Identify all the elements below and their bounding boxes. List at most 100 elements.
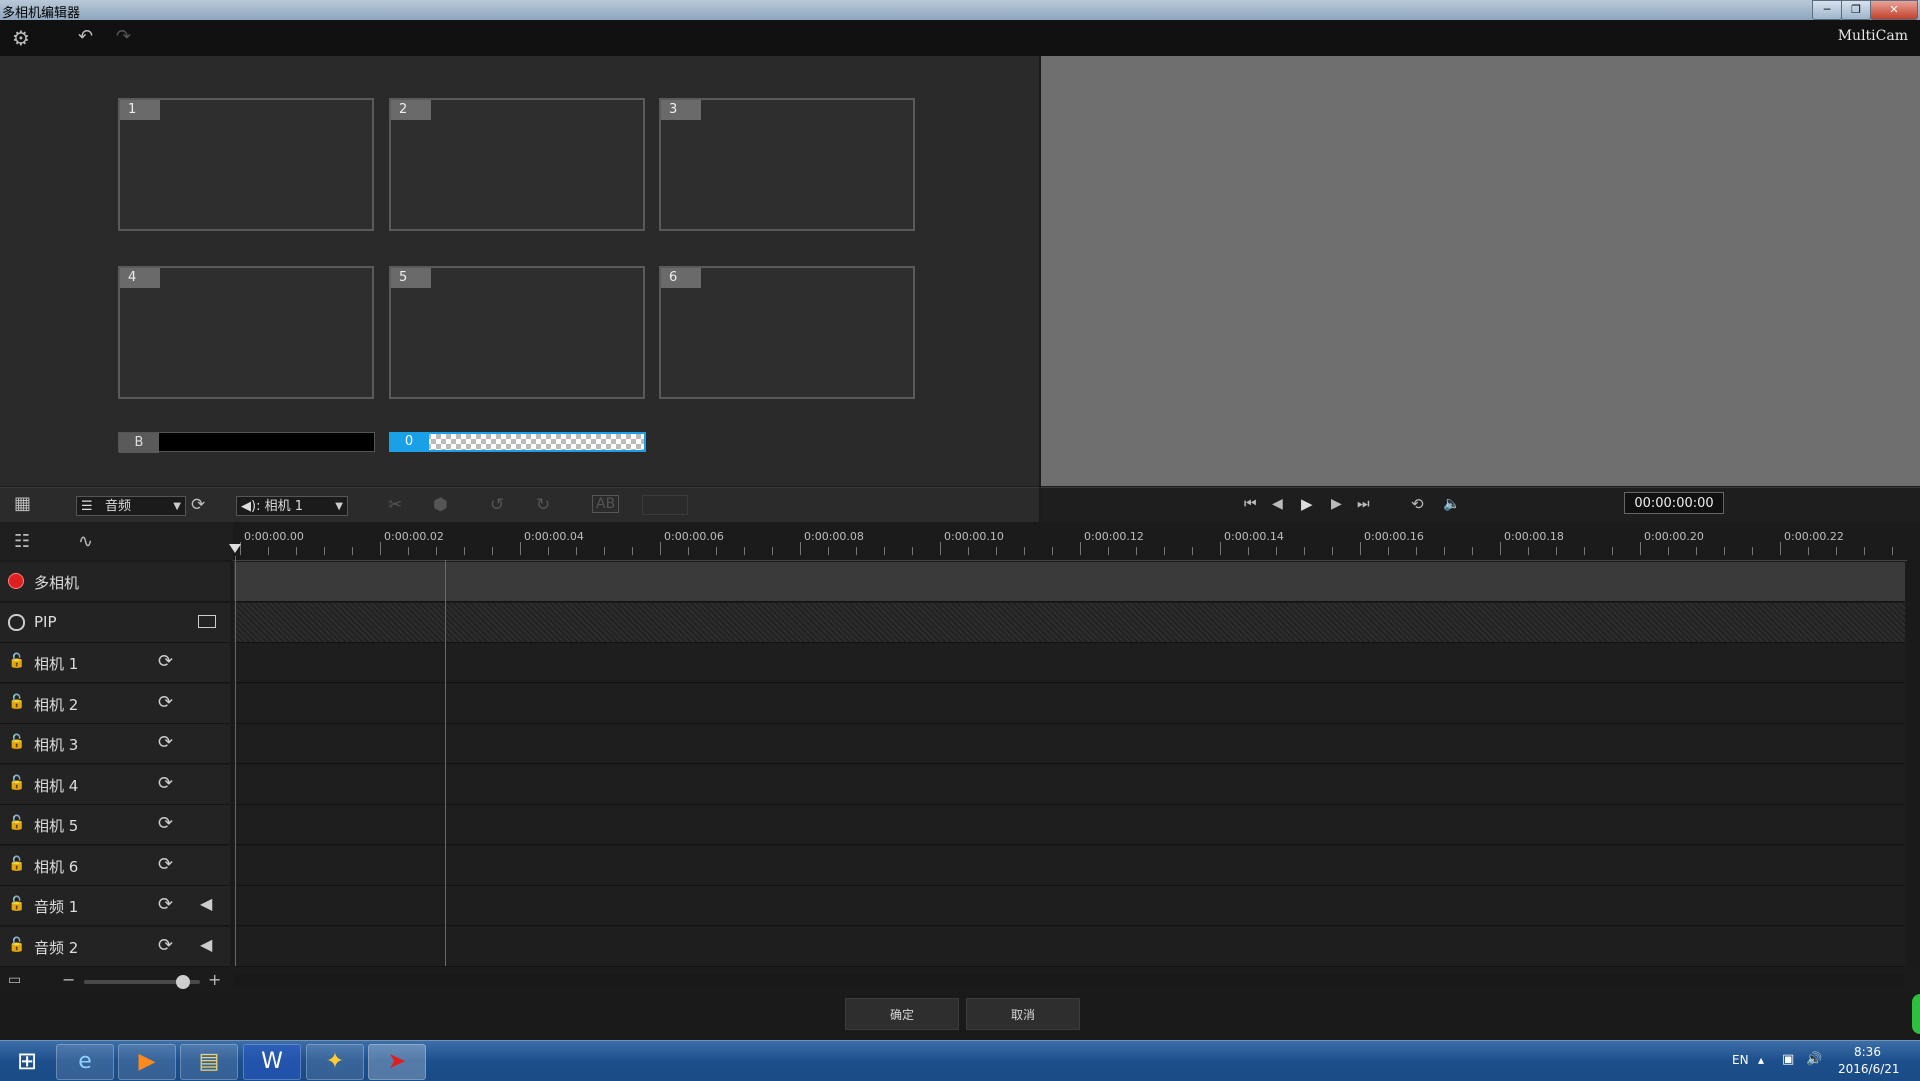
camera-slot-3[interactable]: 3 bbox=[659, 98, 915, 231]
rotate-right-icon[interactable]: ↻ bbox=[536, 495, 550, 515]
grid-layout-icon[interactable]: ▦ bbox=[14, 494, 31, 514]
play-icon[interactable]: ▶ bbox=[1301, 494, 1313, 514]
camera-slot-5[interactable]: 5 bbox=[389, 266, 645, 399]
gear-icon[interactable]: ⚙ bbox=[12, 26, 30, 50]
speaker-icon[interactable]: ◀ bbox=[200, 935, 212, 954]
speaker-icon[interactable]: ◀ bbox=[200, 894, 212, 913]
lock-icon[interactable]: 🔓 bbox=[8, 815, 25, 831]
zoom-in-button[interactable]: + bbox=[208, 970, 221, 990]
track-lane[interactable] bbox=[234, 562, 1905, 602]
track-header[interactable]: 🔓 相机 1 ⟳ bbox=[0, 643, 230, 683]
loop-icon[interactable]: ⟲ bbox=[1411, 494, 1424, 514]
go-to-end-icon[interactable]: ⏭ bbox=[1357, 494, 1370, 514]
track-header[interactable]: 🔓 相机 6 ⟳ bbox=[0, 846, 230, 886]
lock-icon[interactable]: 🔓 bbox=[8, 775, 25, 791]
zoom-out-button[interactable]: − bbox=[62, 970, 75, 990]
step-back-icon[interactable]: ◀ bbox=[1272, 494, 1283, 514]
volume-tray-icon[interactable]: 🔊 bbox=[1806, 1052, 1822, 1067]
track-header[interactable]: 🔓 音频 1 ⟳ ◀ bbox=[0, 886, 230, 926]
volume-icon[interactable]: 🔈 bbox=[1443, 494, 1460, 514]
track-header[interactable]: 🔓 相机 4 ⟳ bbox=[0, 765, 230, 805]
playhead-marker[interactable] bbox=[229, 544, 241, 553]
network-icon[interactable]: ▣ bbox=[1782, 1052, 1794, 1067]
marker-icon[interactable]: ⬢ bbox=[433, 495, 448, 515]
ie-browser-icon[interactable]: e bbox=[56, 1044, 114, 1080]
audio-waveform-icon[interactable]: ∿ bbox=[78, 532, 93, 552]
sync-icon[interactable]: ⟳ bbox=[158, 813, 173, 834]
undo-icon[interactable]: ↶ bbox=[78, 26, 93, 47]
track-lane[interactable] bbox=[234, 724, 1905, 764]
ok-button[interactable]: 确定 bbox=[845, 998, 959, 1030]
overlay-bar[interactable]: 0 bbox=[389, 432, 646, 452]
track-header[interactable]: 多相机 bbox=[0, 562, 230, 602]
track-lane[interactable] bbox=[234, 765, 1905, 805]
pip-radio-icon[interactable] bbox=[8, 614, 25, 631]
track-header[interactable]: 🔓 相机 5 ⟳ bbox=[0, 805, 230, 845]
video-editor-app-icon[interactable]: ➤ bbox=[368, 1044, 426, 1080]
sync-icon[interactable]: ⟳ bbox=[158, 935, 173, 956]
track-header[interactable]: 🔓 相机 3 ⟳ bbox=[0, 724, 230, 764]
step-forward-icon[interactable]: ▶ bbox=[1331, 494, 1342, 514]
timeline-horizontal-scrollbar[interactable] bbox=[234, 974, 1904, 988]
sync-icon[interactable]: ⟳ bbox=[158, 773, 173, 794]
camera-slot-4[interactable]: 4 bbox=[118, 266, 374, 399]
track-lane[interactable] bbox=[234, 643, 1905, 683]
word-app-icon[interactable]: W bbox=[243, 1044, 301, 1080]
zoom-slider-handle[interactable] bbox=[175, 975, 190, 989]
cancel-button[interactable]: 取消 bbox=[966, 998, 1080, 1030]
track-lane[interactable] bbox=[234, 886, 1905, 926]
lock-icon[interactable]: 🔓 bbox=[8, 937, 25, 953]
clock-time[interactable]: 8:36 bbox=[1854, 1045, 1881, 1059]
side-widget-tab[interactable] bbox=[1912, 994, 1920, 1034]
app-tray-icon[interactable]: ✦ bbox=[306, 1044, 364, 1080]
close-button[interactable]: ✕ bbox=[1870, 0, 1918, 20]
rotate-left-icon[interactable]: ↺ bbox=[490, 495, 504, 515]
start-button-icon[interactable]: ⊞ bbox=[2, 1041, 52, 1081]
zoom-slider[interactable] bbox=[84, 975, 200, 989]
fit-to-window-icon[interactable]: ▭ bbox=[8, 970, 21, 990]
track-lane[interactable] bbox=[234, 927, 1905, 967]
lock-icon[interactable]: 🔓 bbox=[8, 694, 25, 710]
track-header[interactable]: 🔓 音频 2 ⟳ ◀ bbox=[0, 927, 230, 967]
duration-stepper[interactable] bbox=[642, 495, 688, 515]
file-explorer-icon[interactable]: ▤ bbox=[180, 1044, 238, 1080]
go-to-start-icon[interactable]: ⏮ bbox=[1244, 494, 1257, 514]
timeline-ruler[interactable]: 0:00:00.00 0:00:00.02 0:00:00.04 0:00:00.06… bbox=[233, 522, 1920, 561]
pip-settings-icon[interactable] bbox=[198, 615, 216, 628]
lock-icon[interactable]: 🔓 bbox=[8, 653, 25, 669]
record-indicator-icon[interactable] bbox=[8, 573, 24, 589]
media-player-icon[interactable]: ▶ bbox=[118, 1044, 176, 1080]
lock-icon[interactable]: 🔓 bbox=[8, 856, 25, 872]
subtitle-icon[interactable]: AB bbox=[592, 495, 620, 513]
language-indicator[interactable]: EN bbox=[1732, 1053, 1749, 1067]
minimize-button[interactable]: ─ bbox=[1812, 0, 1842, 20]
redo-icon[interactable]: ↷ bbox=[116, 26, 131, 47]
sync-icon[interactable]: ⟳ bbox=[158, 854, 173, 875]
lock-icon[interactable]: 🔓 bbox=[8, 734, 25, 750]
track-lane[interactable] bbox=[234, 805, 1905, 845]
restore-button[interactable]: ❐ bbox=[1841, 0, 1871, 20]
audio-source-combo[interactable]: ☰ 音频 ▼ bbox=[76, 496, 186, 516]
track-lane[interactable] bbox=[234, 603, 1905, 643]
track-header[interactable]: PIP bbox=[0, 603, 230, 643]
sync-icon[interactable]: ⟳ bbox=[158, 732, 173, 753]
tray-expand-icon[interactable]: ▴ bbox=[1758, 1053, 1764, 1067]
track-lane[interactable] bbox=[234, 684, 1905, 724]
track-header[interactable]: 🔓 相机 2 ⟳ bbox=[0, 684, 230, 724]
camera-slot-2[interactable]: 2 bbox=[389, 98, 645, 231]
sync-icon[interactable]: ⟳ bbox=[158, 651, 173, 672]
camera-slot-6[interactable]: 6 bbox=[659, 266, 915, 399]
clock-date[interactable]: 2016/6/21 bbox=[1838, 1062, 1900, 1076]
background-color-bar[interactable]: B bbox=[118, 432, 375, 453]
track-lane[interactable] bbox=[234, 846, 1905, 886]
audio-camera-combo[interactable]: ◀): 相机 1 ▼ bbox=[236, 496, 348, 516]
sync-icon[interactable]: ⟳ bbox=[158, 692, 173, 713]
track-manager-icon[interactable]: ☷ bbox=[14, 532, 30, 552]
timecode-field[interactable]: 00:00:00:00 bbox=[1624, 492, 1724, 514]
camera-slot-1[interactable]: 1 bbox=[118, 98, 374, 231]
timeline-vertical-scrollbar[interactable] bbox=[1907, 560, 1920, 966]
sync-icon[interactable]: ⟳ bbox=[158, 894, 173, 915]
cut-icon[interactable]: ✂ bbox=[388, 495, 402, 515]
sync-icon[interactable]: ⟳ bbox=[191, 495, 205, 515]
lock-icon[interactable]: 🔓 bbox=[8, 896, 25, 912]
